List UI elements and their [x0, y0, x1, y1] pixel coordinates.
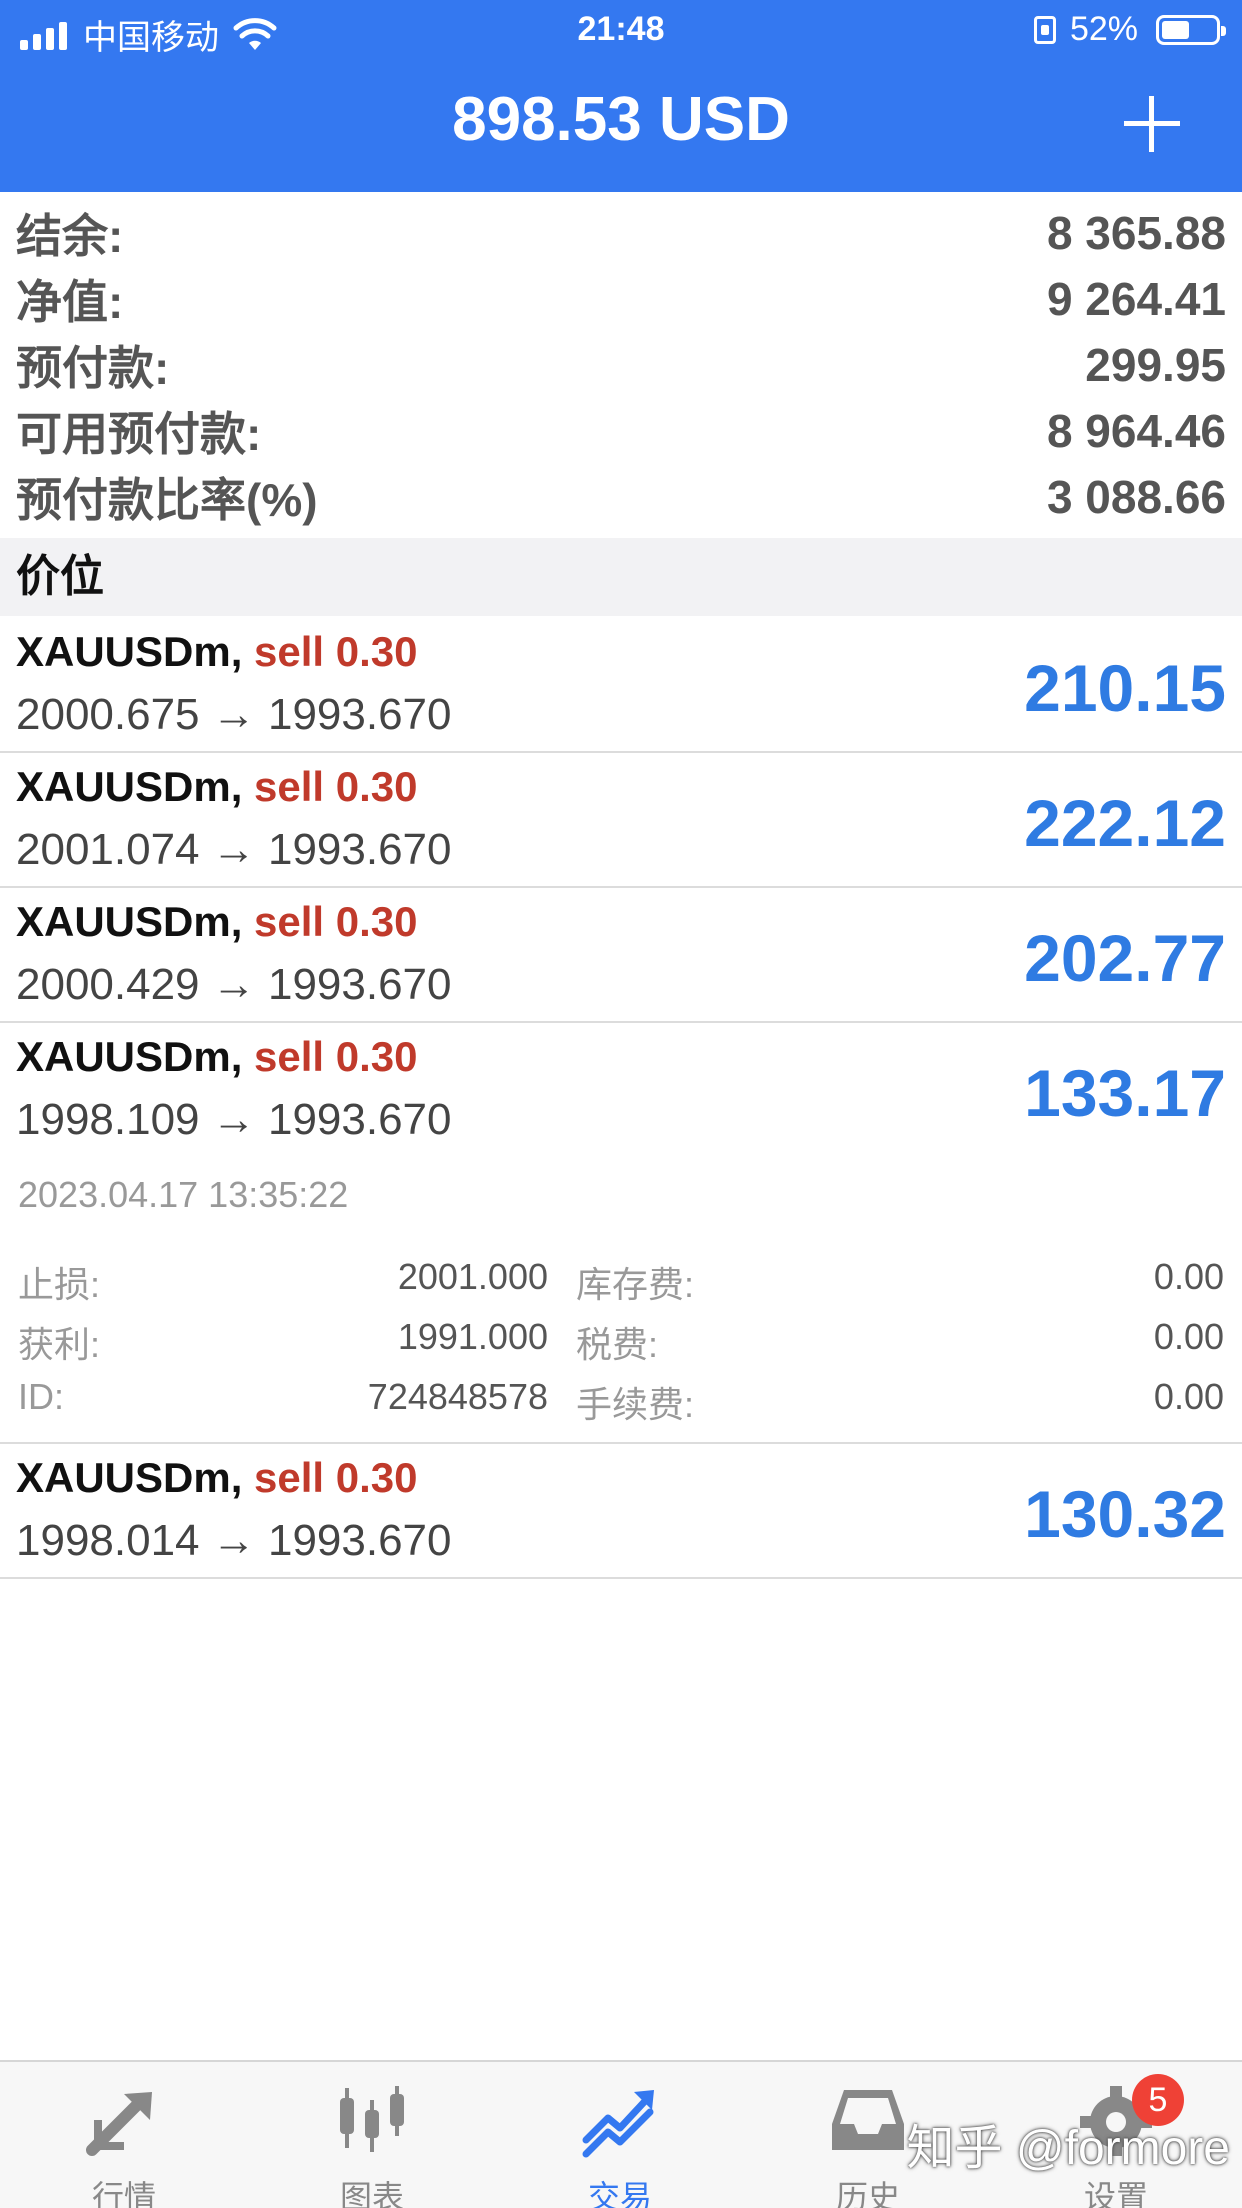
watermark: 知乎 @formore — [906, 2122, 1230, 2175]
position-row[interactable]: XAUUSDm, sell 0.30 2001.074 → 1993.670 2… — [0, 753, 1242, 888]
position-title: XAUUSDm, sell 0.30 — [16, 763, 418, 811]
swap-label: 库存费: — [576, 1264, 695, 1305]
position-profit: 133.17 — [1024, 1056, 1226, 1130]
tab-quotes[interactable]: 行情 — [0, 2062, 248, 2208]
summary-row-balance: 结余: 8 365.88 — [0, 200, 1242, 266]
tab-trade[interactable]: 交易 — [496, 2062, 744, 2208]
summary-label: 可用预付款: — [16, 408, 262, 460]
swap-value: 0.00 — [1153, 1256, 1224, 1297]
chart-icon — [340, 2086, 404, 2152]
summary-row-margin: 预付款: 299.95 — [0, 332, 1242, 398]
position-symbol: XAUUSDm, — [16, 898, 243, 945]
position-title: XAUUSDm, sell 0.30 — [16, 898, 418, 946]
position-row-expanded[interactable]: XAUUSDm, sell 0.30 1998.109 → 1993.670 1… — [0, 1023, 1242, 1158]
position-prices: 1998.109 → 1993.670 — [16, 1095, 452, 1144]
position-order: sell 0.30 — [254, 898, 418, 945]
position-details: 2023.04.17 13:35:22 止损: 2001.000 库存费: 0.… — [0, 1158, 1242, 1444]
detail-line: 止损: 2001.000 库存费: 0.00 — [18, 1256, 1224, 1316]
summary-value: 8 365.88 — [1046, 207, 1226, 259]
position-title: XAUUSDm, sell 0.30 — [16, 1454, 418, 1502]
details-grid: 止损: 2001.000 库存费: 0.00 获利: 1991.000 税费: … — [18, 1256, 1224, 1436]
summary-label: 净值: — [16, 276, 124, 328]
battery-percent: 52% — [1069, 10, 1138, 48]
summary-label: 预付款比率(%) — [16, 474, 318, 526]
take-profit-value: 1991.000 — [397, 1316, 548, 1357]
orientation-lock-icon — [1033, 15, 1056, 44]
balance-title: 898.53 USD — [452, 85, 790, 154]
position-row[interactable]: XAUUSDm, sell 0.30 2000.429 → 1993.670 2… — [0, 888, 1242, 1023]
app-header: 中国移动 21:48 52% 898.53 USD — [0, 0, 1242, 192]
position-profit: 202.77 — [1024, 921, 1226, 995]
position-order: sell 0.30 — [254, 628, 418, 675]
position-profit: 210.15 — [1024, 651, 1226, 725]
summary-value: 8 964.46 — [1046, 405, 1226, 457]
commission-value: 0.00 — [1153, 1376, 1224, 1417]
account-summary: 结余: 8 365.88 净值: 9 264.41 预付款: 299.95 可用… — [0, 200, 1242, 530]
position-title: XAUUSDm, sell 0.30 — [16, 628, 418, 676]
positions-section-header: 价位 — [0, 538, 1242, 616]
history-icon — [832, 2090, 904, 2150]
tab-chart[interactable]: 图表 — [248, 2062, 496, 2208]
position-prices: 2001.074 → 1993.670 — [16, 825, 452, 874]
summary-value: 9 264.41 — [1046, 273, 1226, 325]
summary-row-free-margin: 可用预付款: 8 964.46 — [0, 398, 1242, 464]
trade-icon — [582, 2090, 654, 2158]
battery-icon — [1156, 14, 1226, 45]
detail-line: ID: 724848578 手续费: 0.00 — [18, 1376, 1224, 1436]
tab-label: 行情 — [91, 2179, 156, 2208]
position-profit: 222.12 — [1024, 786, 1226, 860]
battery-fill — [1162, 20, 1189, 39]
summary-row-equity: 净值: 9 264.41 — [0, 266, 1242, 332]
summary-label: 预付款: — [16, 342, 170, 394]
position-title: XAUUSDm, sell 0.30 — [16, 1033, 418, 1081]
position-row[interactable]: XAUUSDm, sell 0.30 1998.014 → 1993.670 1… — [0, 1444, 1242, 1579]
position-profit: 130.32 — [1024, 1477, 1226, 1551]
order-id-value: 724848578 — [367, 1376, 548, 1417]
position-order: sell 0.30 — [254, 1033, 418, 1080]
position-prices: 2000.429 → 1993.670 — [16, 960, 452, 1009]
summary-value: 299.95 — [1085, 339, 1226, 391]
open-time: 2023.04.17 13:35:22 — [18, 1174, 349, 1215]
tab-label: 交易 — [587, 2179, 652, 2208]
summary-label: 结余: — [16, 210, 124, 262]
positions-list: XAUUSDm, sell 0.30 2000.675 → 1993.670 2… — [0, 618, 1242, 1579]
position-symbol: XAUUSDm, — [16, 763, 243, 810]
position-prices: 1998.014 → 1993.670 — [16, 1516, 452, 1565]
add-order-button[interactable] — [1124, 96, 1180, 152]
tab-label: 图表 — [339, 2179, 404, 2208]
position-order: sell 0.30 — [254, 1454, 418, 1501]
stop-loss-value: 2001.000 — [397, 1256, 548, 1297]
taxes-value: 0.00 — [1153, 1316, 1224, 1357]
commission-label: 手续费: — [576, 1384, 695, 1425]
status-right: 52% — [1033, 10, 1226, 49]
position-symbol: XAUUSDm, — [16, 1033, 243, 1080]
position-row[interactable]: XAUUSDm, sell 0.30 2000.675 → 1993.670 2… — [0, 618, 1242, 753]
taxes-label: 税费: — [576, 1324, 659, 1365]
summary-row-margin-level: 预付款比率(%) 3 088.66 — [0, 464, 1242, 530]
quotes-icon — [86, 2092, 152, 2156]
position-symbol: XAUUSDm, — [16, 628, 243, 675]
detail-line: 获利: 1991.000 税费: 0.00 — [18, 1316, 1224, 1376]
position-order: sell 0.30 — [254, 763, 418, 810]
summary-value: 3 088.66 — [1046, 471, 1226, 523]
position-symbol: XAUUSDm, — [16, 1454, 243, 1501]
status-bar: 中国移动 21:48 52% — [0, 0, 1242, 62]
position-prices: 2000.675 → 1993.670 — [16, 690, 452, 739]
